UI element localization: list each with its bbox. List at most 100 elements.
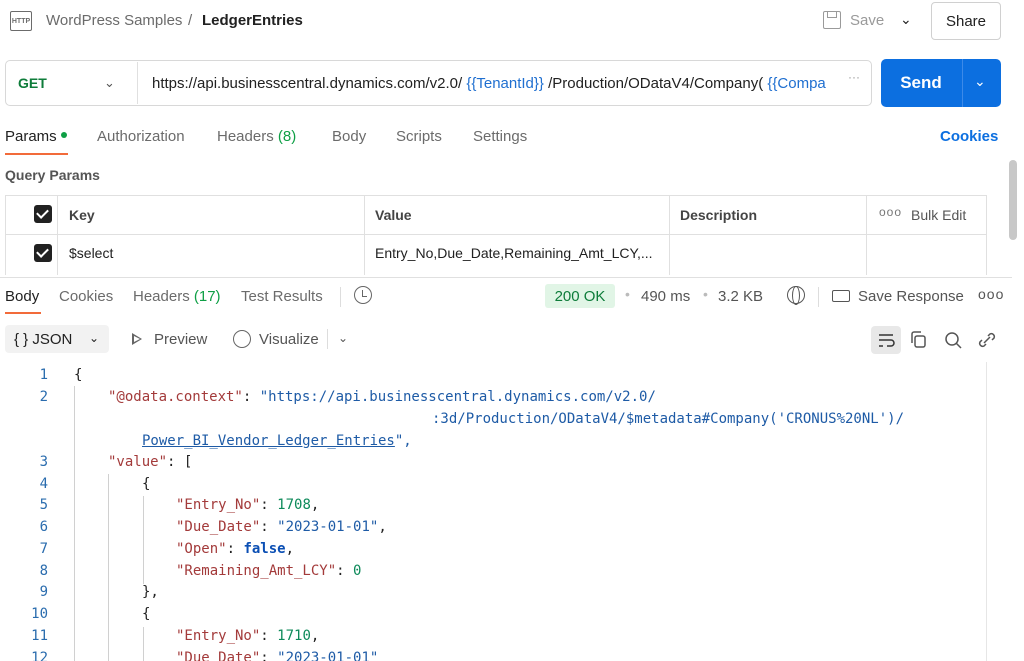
code-line: "Due_Date": "2023-01-01",	[176, 519, 387, 535]
json-number: 1710	[277, 628, 311, 644]
indent-guide	[74, 386, 75, 661]
method-select[interactable]: GET	[18, 75, 47, 91]
chevron-down-icon[interactable]: ⌄	[89, 331, 99, 345]
json-boolean: false	[243, 541, 286, 557]
tab-count: (8)	[277, 128, 297, 145]
tab-response-headers[interactable]: Headers (17)	[133, 288, 221, 305]
json-punct: :	[260, 650, 278, 661]
line-number: 5	[39, 497, 48, 513]
tab-headers[interactable]: Headers (8)	[217, 128, 296, 145]
visualize-icon[interactable]	[233, 330, 251, 348]
param-key[interactable]: $select	[69, 245, 113, 261]
json-number: 0	[353, 563, 362, 579]
format-label[interactable]: { } JSON	[14, 331, 72, 348]
json-link[interactable]: Power_BI_Vendor_Ledger_Entries	[142, 433, 395, 449]
response-size[interactable]: 3.2 KB	[718, 288, 763, 305]
line-number: 9	[39, 584, 48, 600]
select-all-checkbox[interactable]	[34, 205, 52, 223]
more-icon: ···	[848, 70, 860, 84]
line-number: 12	[31, 650, 48, 661]
json-number: 1708	[277, 497, 311, 513]
chevron-down-icon[interactable]: ⌄	[900, 11, 912, 28]
breadcrumb-workspace[interactable]: WordPress Samples	[46, 12, 182, 29]
link-icon	[978, 332, 996, 348]
save-icon[interactable]	[823, 11, 841, 29]
column-divider	[866, 195, 867, 275]
more-icon[interactable]: ooo	[978, 286, 1004, 302]
copy-button[interactable]	[905, 326, 935, 354]
json-key: "Open"	[176, 541, 227, 557]
column-divider	[669, 195, 670, 275]
url-variable: {{Compa	[767, 75, 826, 92]
wrap-lines-button[interactable]	[871, 326, 901, 354]
url-input[interactable]: https://api.businesscentral.dynamics.com…	[152, 75, 862, 92]
json-string: ",	[394, 433, 412, 449]
code-line: "Due_Date": "2023-01-01"	[176, 650, 378, 661]
tab-params[interactable]: Params	[5, 128, 57, 145]
tab-authorization[interactable]: Authorization	[97, 128, 185, 145]
json-key: "Remaining_Amt_LCY"	[176, 563, 337, 579]
response-time[interactable]: 490 ms	[641, 288, 690, 305]
tab-response-cookies[interactable]: Cookies	[59, 288, 113, 305]
history-icon[interactable]	[354, 286, 372, 304]
code-line-wrap: :3d/Production/ODataV4/$metadata#Company…	[432, 411, 904, 427]
column-header-value: Value	[375, 207, 412, 223]
json-punct: ,	[285, 541, 295, 557]
save-response-icon[interactable]	[832, 290, 850, 302]
divider	[137, 62, 138, 104]
request-title[interactable]: LedgerEntries	[202, 12, 303, 29]
code-line: },	[142, 584, 159, 600]
tab-label: Headers	[217, 128, 274, 145]
tab-scripts[interactable]: Scripts	[396, 128, 442, 145]
link-button[interactable]	[972, 326, 1002, 354]
globe-icon[interactable]	[787, 286, 805, 305]
play-icon[interactable]	[132, 333, 142, 345]
json-key: "@odata.context"	[108, 389, 243, 405]
wrap-icon	[879, 334, 895, 347]
divider	[986, 362, 987, 661]
url-segment: /Production/ODataV4/Company(	[548, 75, 764, 92]
param-value[interactable]: Entry_No,Due_Date,Remaining_Amt_LCY,...	[375, 245, 665, 261]
code-line: "Entry_No": 1710,	[176, 628, 319, 644]
save-response-button[interactable]: Save Response	[858, 288, 964, 305]
chevron-down-icon[interactable]: ⌄	[104, 75, 115, 91]
search-button[interactable]	[938, 326, 968, 354]
share-button[interactable]: Share	[931, 2, 1001, 40]
active-tab-indicator	[5, 312, 41, 314]
chevron-down-icon[interactable]: ⌄	[974, 73, 986, 90]
line-number: 8	[39, 563, 48, 579]
line-number: 7	[39, 541, 48, 557]
cookies-link[interactable]: Cookies	[940, 128, 998, 145]
code-line: "value": [	[108, 454, 192, 470]
http-icon: HTTP	[10, 11, 32, 31]
json-punct: :	[336, 563, 354, 579]
url-variable: {{TenantId}}	[466, 75, 544, 92]
scrollbar[interactable]	[1009, 160, 1017, 240]
send-label[interactable]: Send	[881, 73, 961, 93]
code-line: "@odata.context": "https://api.businessc…	[108, 389, 656, 405]
code-line: {	[142, 606, 151, 622]
chevron-down-icon[interactable]: ⌄	[338, 331, 348, 345]
tab-test-results[interactable]: Test Results	[241, 288, 323, 305]
braces-icon: { }	[14, 331, 29, 348]
indent-guide	[143, 496, 144, 584]
visualize-button[interactable]: Visualize	[259, 331, 319, 348]
more-icon[interactable]: ooo	[879, 205, 902, 219]
save-button[interactable]: Save	[850, 12, 884, 29]
tab-settings[interactable]: Settings	[473, 128, 527, 145]
code-line: {	[142, 476, 151, 492]
bulk-edit-button[interactable]: Bulk Edit	[911, 207, 966, 223]
json-string: :3d/Production/ODataV4/$metadata#Company…	[432, 411, 905, 427]
code-line: "Remaining_Amt_LCY": 0	[176, 563, 361, 579]
breadcrumb-separator: /	[188, 12, 193, 29]
status-badge[interactable]: 200 OK	[545, 284, 615, 308]
json-punct: [	[183, 454, 193, 470]
code-line: "Open": false,	[176, 541, 294, 557]
preview-button[interactable]: Preview	[154, 331, 207, 348]
tab-body[interactable]: Body	[332, 128, 366, 145]
json-punct: ,	[310, 497, 320, 513]
column-header-description: Description	[680, 207, 758, 223]
param-checkbox[interactable]	[34, 244, 52, 262]
json-key: "Due_Date"	[176, 519, 261, 535]
tab-response-body[interactable]: Body	[5, 288, 39, 305]
